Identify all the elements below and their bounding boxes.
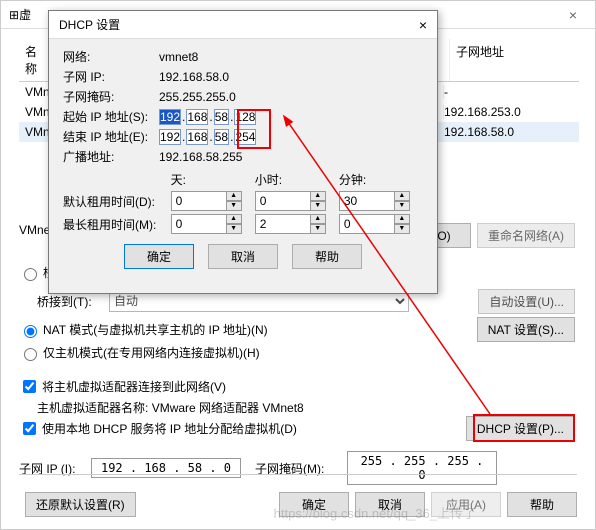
end-ip-label: 结束 IP 地址(E): (63, 128, 159, 145)
col-subnet[interactable]: 子网地址 (449, 39, 579, 81)
annotation-box (237, 109, 271, 149)
def-lease-hours[interactable] (255, 191, 311, 211)
app-icon: ⊞ (9, 8, 19, 22)
nat-radio[interactable] (24, 325, 37, 338)
network-label: 网络: (63, 48, 159, 65)
dialog-title: DHCP 设置 (59, 16, 120, 33)
bridged-to-label: 桥接到(T): (37, 293, 109, 310)
ok-button[interactable]: 确定 (279, 492, 349, 517)
def-lease-days[interactable] (171, 191, 227, 211)
mask-value: 255.255.255.0 (159, 90, 236, 104)
adapter-name-value: VMware 网络适配器 VMnet8 (152, 401, 304, 415)
default-lease-label: 默认租用时间(D): (63, 193, 171, 210)
dialog-ok-button[interactable]: 确定 (124, 244, 194, 269)
hostonly-radio[interactable] (24, 348, 37, 361)
max-lease-days[interactable] (171, 214, 227, 234)
nat-settings-button[interactable]: NAT 设置(S)... (477, 317, 575, 342)
days-header: 天: (171, 171, 255, 188)
host-adapter-label: 将主机虚拟适配器连接到此网络(V) (42, 378, 226, 395)
restore-defaults-button[interactable]: 还原默认设置(R) (25, 492, 136, 517)
mins-header: 分钟: (339, 171, 423, 188)
subnet-mask-input[interactable]: 255 . 255 . 255 . 0 (347, 451, 497, 485)
rename-network-button[interactable]: 重命名网络(A) (477, 223, 575, 248)
dialog-titlebar[interactable]: DHCP 设置 × (49, 11, 437, 39)
dhcp-label: 使用本地 DHCP 服务将 IP 地址分配给虚拟机(D) (42, 420, 297, 437)
hours-header: 小时: (255, 171, 339, 188)
dhcp-checkbox[interactable] (23, 422, 36, 435)
col-name[interactable]: 名称 (19, 39, 51, 81)
start-ip-label: 起始 IP 地址(S): (63, 108, 159, 125)
max-lease-mins[interactable] (339, 214, 395, 234)
bridged-radio[interactable] (24, 268, 37, 281)
host-adapter-checkbox[interactable] (23, 380, 36, 393)
annotation-box (473, 414, 575, 442)
dialog-help-button[interactable]: 帮助 (292, 244, 362, 269)
broadcast-label: 广播地址: (63, 148, 159, 165)
dhcp-dialog: DHCP 设置 × 网络:vmnet8 子网 IP:192.168.58.0 子… (48, 10, 438, 294)
main-close-button[interactable]: × (559, 7, 587, 23)
subnet-ip-label: 子网 IP: (63, 68, 159, 85)
broadcast-value: 192.168.58.255 (159, 150, 242, 164)
hostonly-label: 仅主机模式(在专用网络内连接虚拟机)(H) (43, 344, 260, 361)
nat-label: NAT 模式(与虚拟机共享主机的 IP 地址)(N) (43, 321, 268, 338)
dialog-close-button[interactable]: × (419, 17, 427, 33)
apply-button[interactable]: 应用(A) (431, 492, 501, 517)
mask-label: 子网掩码: (63, 88, 159, 105)
spin-up-icon[interactable]: ▲ (226, 191, 242, 201)
spin-down-icon[interactable]: ▼ (226, 201, 242, 211)
def-lease-mins[interactable] (339, 191, 395, 211)
max-lease-label: 最长租用时间(M): (63, 216, 171, 233)
main-title-text: 虚 (19, 6, 31, 23)
adapter-name-label: 主机虚拟适配器名称: (37, 401, 148, 415)
network-value: vmnet8 (159, 50, 198, 64)
max-lease-hours[interactable] (255, 214, 311, 234)
cancel-button[interactable]: 取消 (355, 492, 425, 517)
subnet-ip-value: 192.168.58.0 (159, 70, 229, 84)
subnet-ip-input[interactable]: 192 . 168 . 58 . 0 (91, 458, 241, 478)
dialog-cancel-button[interactable]: 取消 (208, 244, 278, 269)
auto-settings-button[interactable]: 自动设置(U)... (478, 289, 575, 314)
help-button[interactable]: 帮助 (507, 492, 577, 517)
